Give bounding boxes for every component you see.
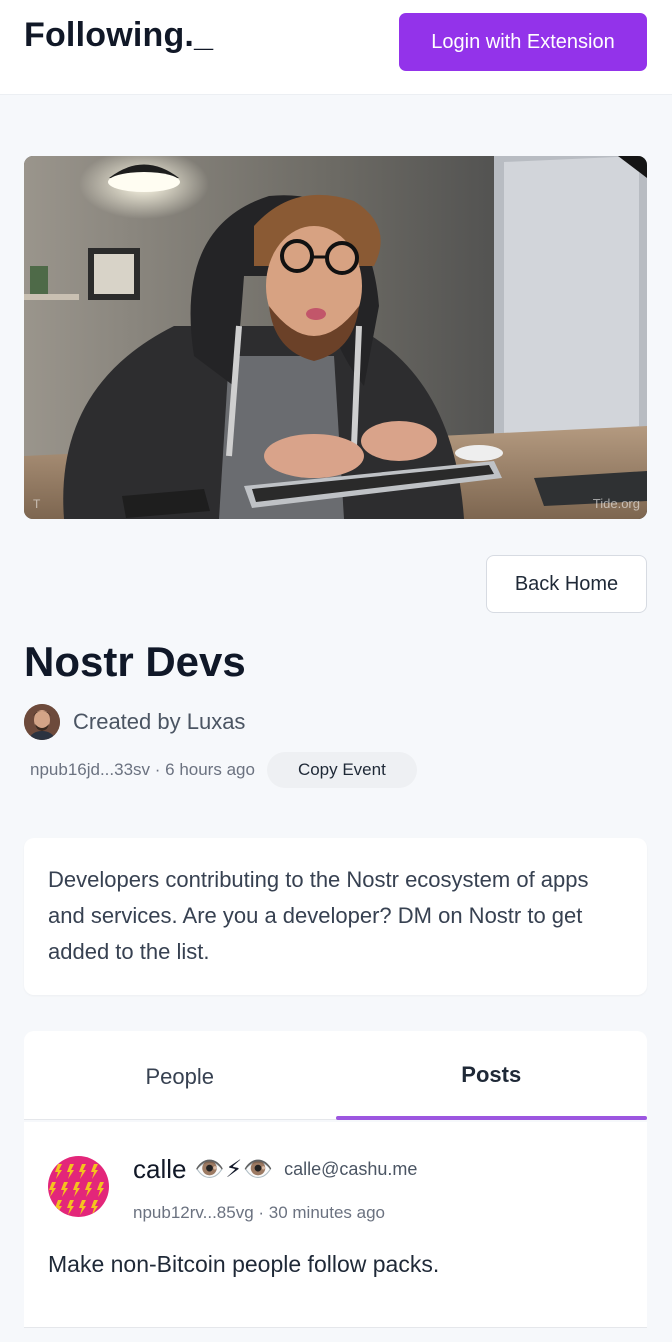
- avatar[interactable]: [48, 1156, 109, 1217]
- list-cover-image: T Tide.org: [24, 156, 647, 519]
- page-title: Nostr Devs: [24, 638, 246, 685]
- description-card: Developers contributing to the Nostr eco…: [24, 838, 647, 995]
- avatar[interactable]: [24, 703, 60, 740]
- image-watermark-left: T: [33, 497, 41, 511]
- creator-row[interactable]: Created by Luxas: [24, 703, 245, 740]
- author-name[interactable]: calle: [133, 1154, 186, 1185]
- developer-illustration: [24, 156, 647, 519]
- login-with-extension-button[interactable]: Login with Extension: [399, 13, 647, 71]
- top-bar: Following._ Login with Extension: [0, 0, 672, 95]
- created-by-label: Created by Luxas: [73, 708, 246, 734]
- post-card[interactable]: calle 👁️⚡👁️ calle@cashu.me npub12rv...85…: [24, 1122, 647, 1328]
- post-author-row: calle 👁️⚡👁️ calle@cashu.me: [133, 1154, 417, 1185]
- back-home-button[interactable]: Back Home: [486, 555, 647, 613]
- author-nip05: calle@cashu.me: [284, 1159, 418, 1179]
- post-content: Make non-Bitcoin people follow packs.: [48, 1251, 440, 1277]
- image-watermark: Tide.org: [592, 496, 640, 511]
- author-emoji: 👁️⚡👁️: [194, 1156, 275, 1183]
- tab-bar: People Posts: [24, 1031, 647, 1120]
- tab-people[interactable]: People: [24, 1031, 336, 1119]
- tab-posts[interactable]: Posts: [335, 1031, 648, 1120]
- app-logo[interactable]: Following._: [24, 16, 213, 55]
- post-meta: npub12rv...85vg · 30 minutes ago: [133, 1203, 386, 1222]
- copy-event-button[interactable]: Copy Event: [266, 752, 417, 788]
- list-description: Developers contributing to the Nostr eco…: [48, 867, 589, 964]
- list-meta: npub16jd...33sv · 6 hours ago: [30, 760, 255, 779]
- list-meta-row: npub16jd...33sv · 6 hours ago Copy Event: [30, 752, 417, 788]
